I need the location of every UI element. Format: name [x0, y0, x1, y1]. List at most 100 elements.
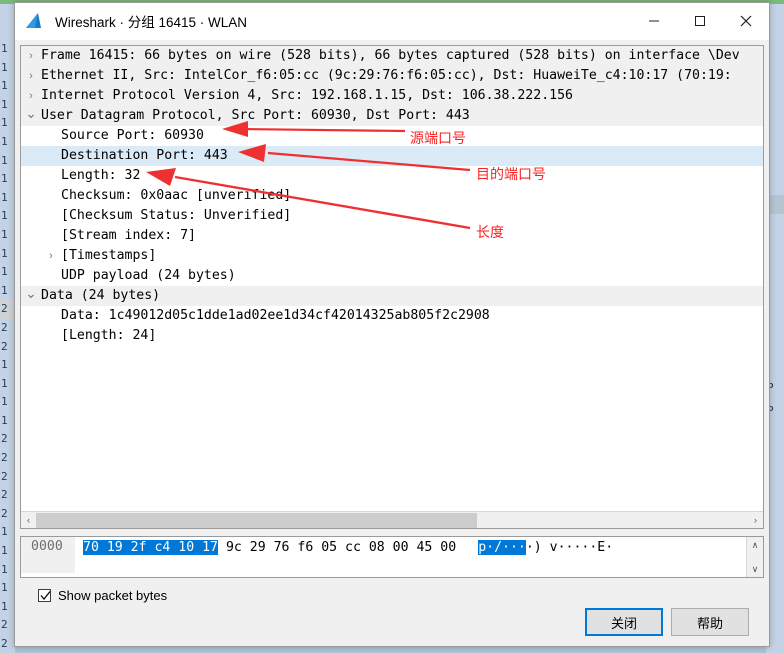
packet-tree-row-label: [Timestamps] — [61, 248, 157, 263]
packet-detail-tree[interactable]: › Frame 16415: 66 bytes on wire (528 bits… — [20, 45, 764, 529]
wireshark-fin-icon — [25, 12, 47, 30]
hex-bytes-remaining[interactable] — [218, 540, 226, 555]
packet-tree-row[interactable]: ⌄ Data (24 bytes) — [21, 286, 763, 306]
chevron-down-icon[interactable]: ⌄ — [21, 106, 41, 120]
checkbox-box[interactable] — [38, 589, 51, 602]
chevron-down-icon[interactable]: ⌄ — [21, 286, 41, 300]
scroll-down-icon[interactable]: ∨ — [747, 562, 763, 576]
background-packet-number: 1 — [1, 283, 8, 297]
packet-tree-row-label: Data: 1c49012d05c1dde1ad02ee1d34cf420143… — [61, 308, 490, 323]
packet-tree-row[interactable]: [Length: 24] — [21, 326, 763, 346]
scroll-right-icon[interactable]: › — [748, 512, 763, 528]
background-packet-number: 2 — [1, 506, 8, 520]
packet-tree-row-label: [Length: 24] — [61, 328, 157, 343]
background-packet-number: 1 — [1, 60, 8, 74]
packet-tree-row-label: Frame 16415: 66 bytes on wire (528 bits)… — [41, 48, 740, 63]
ascii-selected[interactable]: p·/··· — [478, 540, 526, 555]
packet-tree-row[interactable]: › Frame 16415: 66 bytes on wire (528 bits… — [21, 46, 763, 66]
background-packet-number: 1 — [1, 525, 8, 539]
help-button[interactable]: 帮助 — [671, 608, 749, 636]
packet-tree-row-label: Destination Port: 443 — [61, 148, 228, 163]
background-packet-number: 2 — [0, 300, 15, 319]
ascii-rest[interactable]: ·) v·····E· — [526, 540, 613, 555]
close-window-button[interactable] — [723, 3, 769, 39]
background-packet-number: 1 — [1, 116, 8, 130]
dialog-title: Wireshark · 分组 16415 · WLAN — [55, 15, 248, 30]
packet-tree-row-label: Internet Protocol Version 4, Src: 192.16… — [41, 88, 573, 103]
tree-hscroll-track[interactable] — [36, 512, 748, 528]
packet-bytes-panel[interactable]: 0000 70 19 2f c4 10 17 9c 29 76 f6 05 cc… — [20, 536, 764, 578]
packet-tree-row[interactable]: Destination Port: 443 — [21, 146, 763, 166]
show-packet-bytes-checkbox[interactable]: Show packet bytes — [21, 588, 763, 603]
packet-bytes-content[interactable]: 0000 70 19 2f c4 10 17 9c 29 76 f6 05 cc… — [21, 537, 746, 577]
background-packet-number: 2 — [1, 469, 8, 483]
chevron-right-icon[interactable]: › — [21, 46, 41, 66]
background-packet-number: 1 — [1, 246, 8, 260]
background-packet-list-left: 11111111111111222111122222111112211 — [0, 4, 15, 653]
minimize-button[interactable] — [631, 3, 677, 39]
background-packet-number: 1 — [1, 544, 8, 558]
dialog-title-bar[interactable]: Wireshark · 分组 16415 · WLAN — [15, 3, 769, 40]
packet-tree-row[interactable]: UDP payload (24 bytes) — [21, 266, 763, 286]
packet-tree-row[interactable]: › Ethernet II, Src: IntelCor_f6:05:cc (9c… — [21, 66, 763, 86]
background-packet-number: 2 — [1, 339, 8, 353]
packet-bytes-vertical-scrollbar[interactable]: ∧ ∨ — [746, 537, 763, 577]
background-packet-number: 1 — [1, 153, 8, 167]
packet-tree-row-label: Length: 32 — [61, 168, 141, 183]
background-packet-number: 1 — [1, 42, 8, 55]
dialog-button-row: 关闭 帮助 — [21, 608, 763, 636]
chevron-right-icon[interactable]: › — [21, 66, 41, 86]
packet-tree-row-label: UDP payload (24 bytes) — [61, 268, 236, 283]
packet-tree-row[interactable]: [Stream index: 7] — [21, 226, 763, 246]
background-packet-number: 1 — [1, 172, 8, 186]
maximize-button[interactable] — [677, 3, 723, 39]
packet-tree-row[interactable]: › Internet Protocol Version 4, Src: 192.1… — [21, 86, 763, 106]
scroll-left-icon[interactable]: ‹ — [21, 512, 36, 528]
tree-hscroll-thumb[interactable] — [36, 512, 478, 528]
packet-tree-row-label: Checksum: 0x0aac [unverified] — [61, 188, 292, 203]
background-packet-number: 1 — [1, 395, 8, 409]
packet-tree-row-label: User Datagram Protocol, Src Port: 60930,… — [41, 108, 470, 123]
packet-detail-tree-rows: › Frame 16415: 66 bytes on wire (528 bits… — [21, 46, 763, 511]
background-packet-number: 2 — [1, 618, 8, 632]
background-packet-number: 1 — [1, 134, 8, 148]
packet-tree-row-label: [Stream index: 7] — [61, 228, 196, 243]
background-packet-number: 1 — [1, 358, 8, 372]
background-packet-number: 2 — [1, 451, 8, 465]
packet-tree-row[interactable]: [Checksum Status: Unverified] — [21, 206, 763, 226]
packet-tree-row[interactable]: Data: 1c49012d05c1dde1ad02ee1d34cf420143… — [21, 306, 763, 326]
background-packet-number: 2 — [1, 488, 8, 502]
background-packet-number: 1 — [1, 190, 8, 204]
packet-tree-row-label: [Checksum Status: Unverified] — [61, 208, 292, 223]
packet-tree-row-label: Source Port: 60930 — [61, 128, 204, 143]
background-packet-number: 1 — [1, 599, 8, 613]
packet-tree-row-label: Ethernet II, Src: IntelCor_f6:05:cc (9c:… — [41, 68, 732, 83]
packet-tree-row[interactable]: Checksum: 0x0aac [unverified] — [21, 186, 763, 206]
ascii-row[interactable]: p·/····) v·····E· — [456, 540, 613, 555]
hex-bytes-rest[interactable]: 9c 29 76 f6 05 cc 08 00 45 00 — [226, 540, 456, 555]
packet-tree-row[interactable]: Source Port: 60930 — [21, 126, 763, 146]
hex-offset: 0000 — [21, 537, 75, 573]
background-packet-number: 1 — [1, 413, 8, 427]
packet-tree-row[interactable]: ⌄ User Datagram Protocol, Src Port: 60930… — [21, 106, 763, 126]
tree-horizontal-scrollbar[interactable]: ‹ › — [21, 511, 763, 528]
background-packet-number: 1 — [1, 265, 8, 279]
background-packet-number: 2 — [1, 432, 8, 446]
chevron-right-icon[interactable]: › — [21, 86, 41, 106]
chevron-right-icon[interactable]: › — [41, 246, 61, 266]
background-packet-number: 1 — [1, 376, 8, 390]
scroll-up-icon[interactable]: ∧ — [747, 538, 763, 552]
close-button[interactable]: 关闭 — [585, 608, 663, 636]
packet-tree-row[interactable]: Length: 32 — [21, 166, 763, 186]
packet-tree-row[interactable]: › [Timestamps] — [21, 246, 763, 266]
background-packet-number: 1 — [1, 562, 8, 576]
packet-tree-row-label: Data (24 bytes) — [41, 288, 161, 303]
hex-bytes-selected[interactable]: 70 19 2f c4 10 17 — [83, 540, 218, 555]
background-packet-number: 1 — [1, 97, 8, 111]
background-packet-number: 1 — [1, 581, 8, 595]
hex-bytes-row[interactable]: 70 19 2f c4 10 17 9c 29 76 f6 05 cc 08 0… — [75, 540, 456, 555]
packet-detail-dialog: Wireshark · 分组 16415 · WLAN › Frame 16415… — [14, 2, 770, 647]
background-packet-number: 1 — [1, 209, 8, 223]
checkmark-icon — [40, 591, 51, 600]
background-packet-number: 2 — [1, 320, 8, 334]
